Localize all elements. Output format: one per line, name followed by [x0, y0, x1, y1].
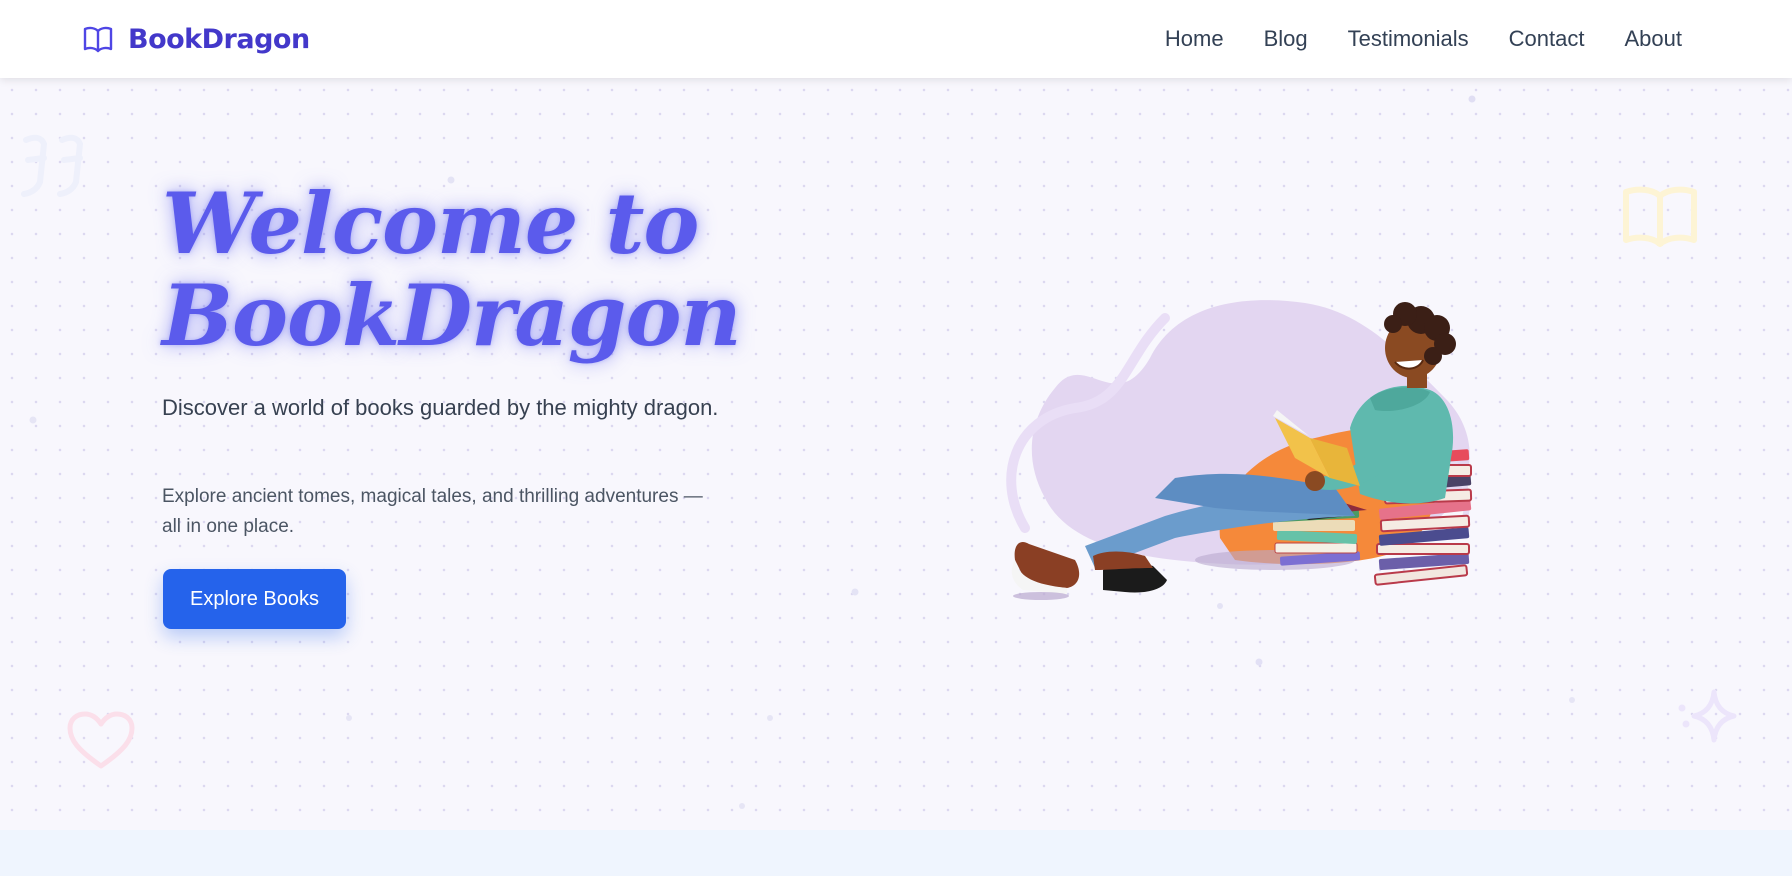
- brand-logo[interactable]: BookDragon: [82, 20, 310, 58]
- hero-section: Welcome to BookDragon Discover a world o…: [0, 78, 1792, 830]
- hero-title: Welcome to BookDragon: [162, 178, 862, 362]
- hero-description: Explore ancient tomes, magical tales, an…: [162, 486, 703, 537]
- nav-link-blog[interactable]: Blog: [1264, 26, 1308, 52]
- nav-link-home[interactable]: Home: [1165, 26, 1224, 52]
- nav-link-about[interactable]: About: [1625, 26, 1683, 52]
- hero-title-line2: BookDragon: [162, 266, 742, 365]
- next-section-band: [0, 830, 1792, 876]
- open-book-icon: [83, 26, 113, 53]
- nav-link-contact[interactable]: Contact: [1509, 26, 1585, 52]
- hero-title-line1: Welcome to: [162, 174, 699, 273]
- navbar: BookDragon Home Blog Testimonials Contac…: [0, 0, 1792, 78]
- explore-books-button[interactable]: Explore Books: [163, 569, 346, 629]
- brand-name: BookDragon: [128, 23, 310, 55]
- hero-subtitle: Discover a world of books guarded by the…: [162, 395, 719, 420]
- reading-illustration: [1006, 300, 1473, 600]
- nav-links: Home Blog Testimonials Contact About: [1165, 0, 1682, 78]
- nav-link-testimonials[interactable]: Testimonials: [1348, 26, 1469, 52]
